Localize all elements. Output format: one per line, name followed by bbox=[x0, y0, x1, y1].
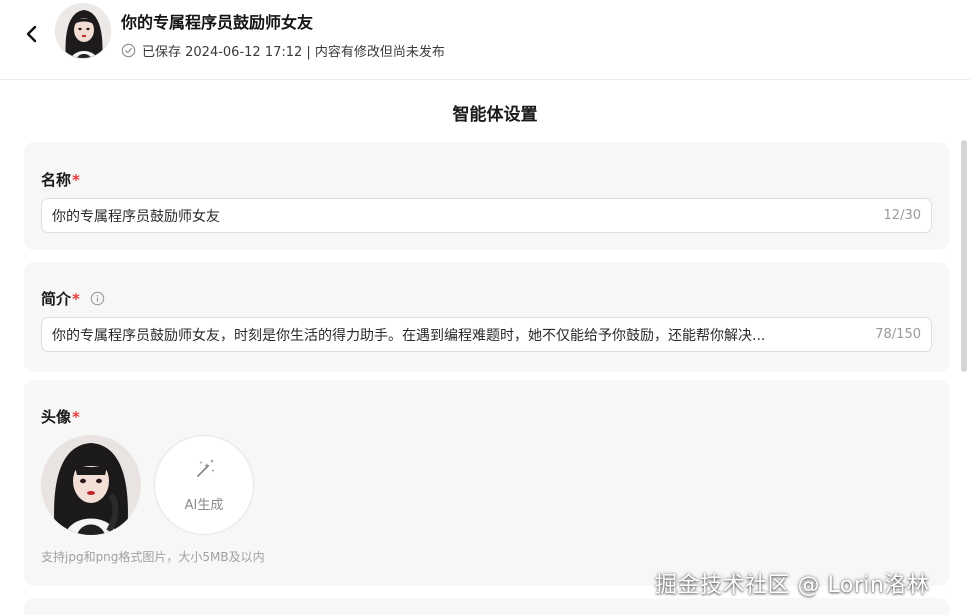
name-field[interactable]: 12/30 bbox=[41, 198, 932, 233]
next-section bbox=[24, 598, 949, 615]
avatar-section: 头像 * AI生成 支持jpg和png格式图片，大小5MB及以内 bbox=[24, 380, 949, 586]
watermark: 掘金技术社区 @ Lorin洛林 bbox=[655, 573, 930, 598]
ai-generate-label: AI生成 bbox=[184, 498, 224, 513]
name-section: 名称* 12/30 bbox=[24, 142, 949, 250]
description-char-counter: 78/150 bbox=[875, 327, 921, 342]
avatar-label: 头像 * bbox=[41, 406, 80, 427]
check-circle-icon bbox=[121, 43, 136, 58]
agent-title: 你的专属程序员鼓励师女友 bbox=[121, 13, 314, 32]
agent-avatar[interactable] bbox=[55, 3, 111, 59]
required-mark: * bbox=[72, 289, 80, 308]
name-label-text: 名称 bbox=[41, 171, 72, 189]
name-input[interactable] bbox=[52, 199, 862, 232]
top-header: 你的专属程序员鼓励师女友 已保存 2024-06-12 17:12 | 内容有修… bbox=[0, 0, 970, 80]
required-mark: * bbox=[72, 407, 80, 426]
ai-generate-avatar-button[interactable]: AI生成 bbox=[154, 435, 254, 535]
page-title: 智能体设置 bbox=[452, 105, 538, 125]
scrollbar[interactable] bbox=[961, 140, 967, 372]
magic-wand-icon bbox=[192, 456, 218, 482]
avatar-hint: 支持jpg和png格式图片，大小5MB及以内 bbox=[41, 550, 265, 564]
name-label: 名称 * bbox=[41, 169, 80, 190]
description-input[interactable] bbox=[52, 318, 862, 351]
name-char-counter: 12/30 bbox=[883, 208, 921, 223]
required-mark: * bbox=[72, 170, 80, 189]
save-status: 已保存 2024-06-12 17:12 | 内容有修改但尚未发布 bbox=[121, 41, 445, 60]
back-arrow-icon[interactable] bbox=[20, 22, 44, 46]
info-icon[interactable] bbox=[90, 291, 105, 306]
save-status-text: 已保存 2024-06-12 17:12 | 内容有修改但尚未发布 bbox=[142, 45, 445, 60]
description-label: 简介 * bbox=[41, 288, 105, 309]
description-field[interactable]: 78/150 bbox=[41, 317, 932, 352]
avatar-label-text: 头像 bbox=[41, 408, 72, 426]
description-label-text: 简介 bbox=[41, 290, 72, 308]
description-section: 简介* 78/150 bbox=[24, 262, 949, 372]
avatar-image[interactable] bbox=[41, 435, 141, 535]
